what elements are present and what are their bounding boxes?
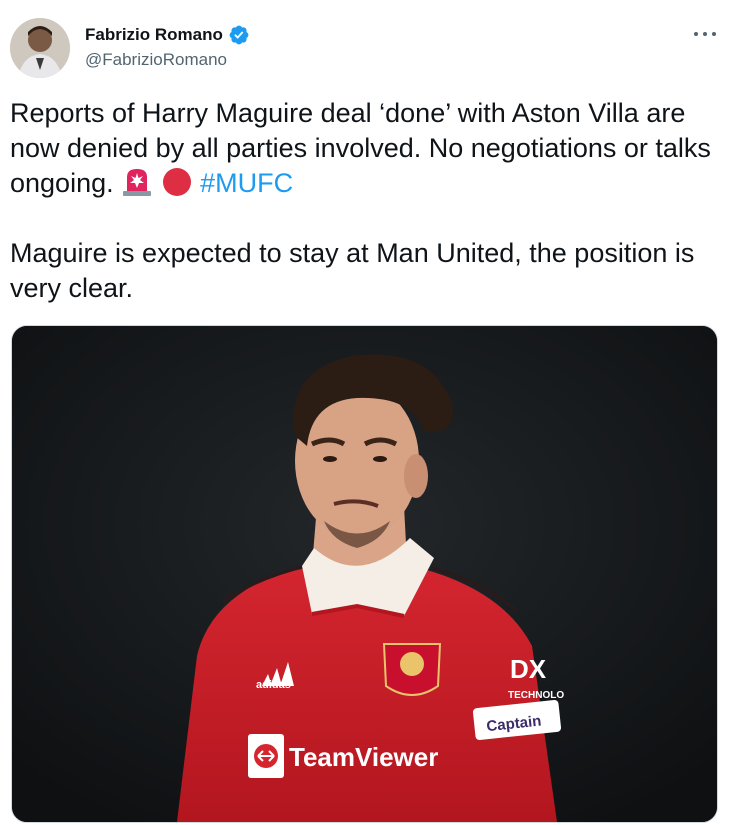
tweet-card[interactable]: Fabrizio Romano @FabrizioRomano Reports … xyxy=(0,0,736,825)
tweet-paragraph-2: Maguire is expected to stay at Man Unite… xyxy=(10,238,695,303)
tweet-text: Reports of Harry Maguire deal ‘done’ wit… xyxy=(10,96,720,306)
sponsor-text: TeamViewer xyxy=(289,742,438,772)
tweet-line-1: Reports of Harry Maguire deal ‘done’ wit… xyxy=(10,98,711,198)
brand-text: adidas xyxy=(256,679,291,691)
author-name[interactable]: Fabrizio Romano xyxy=(85,25,223,45)
more-options-icon[interactable] xyxy=(694,24,716,44)
red-circle-emoji-icon xyxy=(162,168,191,196)
verified-badge-icon xyxy=(229,25,249,45)
hashtag-link[interactable]: #MUFC xyxy=(200,168,293,198)
tweet-media-photo[interactable]: TeamViewer adidas Captain DX TECHNOLO xyxy=(11,325,718,823)
siren-emoji-icon xyxy=(123,169,152,196)
sleeve-logo-text: DX xyxy=(510,654,547,684)
author-avatar[interactable] xyxy=(10,18,70,78)
sleeve-sub-text: TECHNOLO xyxy=(508,690,564,701)
author-handle[interactable]: @FabrizioRomano xyxy=(85,50,227,70)
